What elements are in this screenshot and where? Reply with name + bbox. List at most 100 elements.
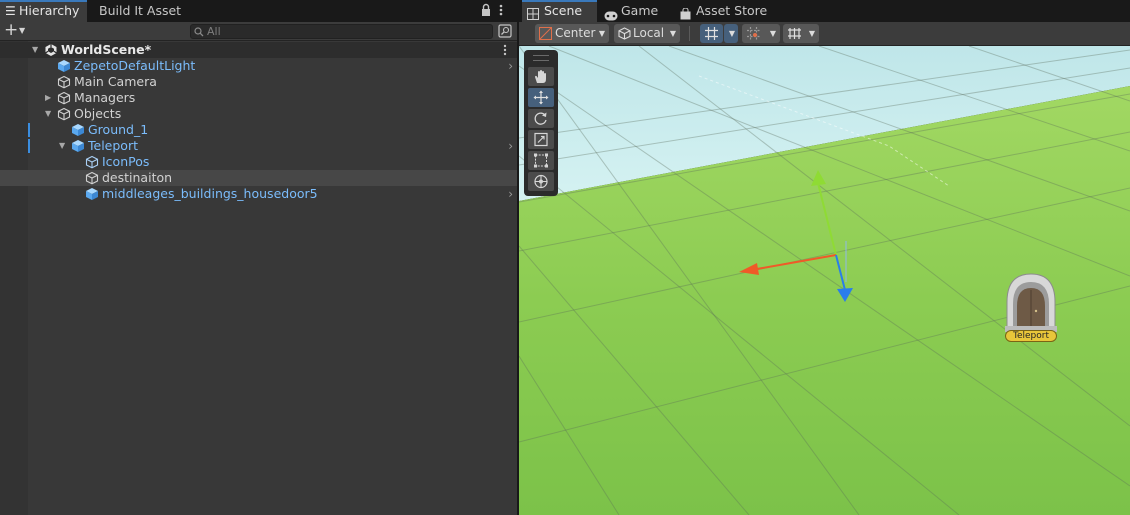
snap-increment-dropdown[interactable]: ▼ (742, 24, 780, 43)
tree-row-objects[interactable]: ▼ Objects (0, 106, 517, 122)
chevron-right-icon[interactable]: › (508, 58, 513, 74)
expand-arrow-icon[interactable]: ▶ (45, 90, 55, 106)
list-icon: ☰ (5, 4, 16, 18)
tree-row-label: Objects (74, 106, 122, 121)
tree-row-label: Managers (74, 90, 136, 105)
transform-tool-button[interactable] (528, 172, 554, 191)
rotate-icon (534, 112, 547, 125)
scene-view-render (519, 46, 1130, 515)
hierarchy-tree: ▼ WorldScene* ZepetoDefaultLight › Main … (0, 41, 517, 515)
tab-build-it-asset-browser[interactable]: Build It Asset Browser (93, 0, 233, 40)
tab-hierarchy[interactable]: ☰ Hierarchy (0, 0, 87, 22)
gameobject-cube-icon (57, 107, 71, 121)
move-arrows-icon (533, 90, 549, 105)
chevron-down-icon: ▼ (728, 29, 735, 38)
unity-scene-icon (44, 43, 58, 57)
local-cube-icon (618, 27, 631, 46)
tool-palette (524, 50, 558, 196)
palette-drag-handle[interactable] (533, 55, 549, 61)
add-object-button[interactable]: + ▼ (3, 20, 29, 41)
override-indicator (28, 123, 30, 137)
expand-arrow-icon[interactable]: ▼ (45, 106, 55, 122)
chevron-down-icon: ▼ (598, 29, 605, 38)
tree-row-iconpos[interactable]: IconPos (0, 154, 517, 170)
scene-toolbar: Center ▼ Local ▼ ▼ ▼ ▼ (519, 22, 1130, 46)
tree-row-label: Main Camera (74, 74, 157, 89)
gameobject-cube-icon (85, 171, 99, 185)
plus-icon: + (4, 20, 19, 40)
tree-row-teleport[interactable]: ▼ Teleport › (0, 138, 517, 154)
gameobject-cube-icon (57, 75, 71, 89)
rotate-tool-button[interactable] (528, 109, 554, 128)
chevron-down-icon: ▼ (669, 29, 676, 38)
scene-row[interactable]: ▼ WorldScene* (0, 42, 517, 58)
space-mode-label: Local (633, 26, 665, 40)
scene-tab-strip: Scene Game Asset Store (519, 0, 1130, 22)
lock-icon[interactable] (480, 3, 492, 20)
search-field[interactable]: All (190, 24, 493, 39)
tab-asset-store-label: Asset Store (696, 3, 768, 18)
tree-row-label: middleages_buildings_housedoor5 (102, 186, 318, 201)
hand-icon (535, 70, 546, 83)
tree-row-label: IconPos (102, 154, 150, 169)
expand-arrow-icon[interactable]: ▼ (59, 138, 69, 154)
chevron-right-icon[interactable]: › (508, 138, 513, 154)
scene-name: WorldScene* (61, 42, 152, 57)
chevron-down-icon: ▼ (769, 29, 776, 38)
chevron-down-icon: ▼ (808, 29, 815, 38)
tab-game[interactable]: Game (599, 0, 669, 22)
hierarchy-panel: ☰ Hierarchy Build It Asset Browser + ▼ A… (0, 0, 517, 515)
pivot-mode-dropdown[interactable]: Center ▼ (535, 24, 609, 43)
tree-row-label: ZepetoDefaultLight (74, 58, 196, 73)
grid-visibility-dropdown[interactable]: ▼ (783, 24, 819, 43)
toolbar-separator (689, 26, 690, 41)
hierarchy-tab-strip: ☰ Hierarchy Build It Asset Browser (0, 0, 517, 40)
grid-visibility-icon (787, 27, 802, 46)
tree-row-label: Ground_1 (88, 122, 149, 137)
pivot-center-icon (539, 27, 552, 46)
teleport-door-object[interactable] (1005, 273, 1057, 332)
tab-game-label: Game (621, 3, 659, 18)
override-indicator (28, 139, 30, 153)
expand-arrow-icon[interactable]: ▼ (32, 42, 42, 58)
tree-row-label: Teleport (88, 138, 138, 153)
search-by-type-icon[interactable] (498, 24, 512, 41)
tree-row-label: destinaiton (102, 170, 173, 185)
tree-row-housedoor[interactable]: middleages_buildings_housedoor5 › (0, 186, 517, 202)
tab-asset-store[interactable]: Asset Store (675, 0, 775, 22)
hand-tool-button[interactable] (528, 67, 554, 86)
prefab-cube-icon (85, 187, 99, 201)
rect-transform-icon (534, 153, 548, 168)
grid-snap-icon (704, 26, 719, 47)
gameobject-cube-icon (57, 91, 71, 105)
chevron-right-icon[interactable]: › (508, 186, 513, 202)
more-options-icon[interactable] (499, 3, 503, 20)
tab-scene[interactable]: Scene (522, 0, 597, 22)
tab-scene-label: Scene (544, 3, 583, 18)
scene-viewport[interactable]: Teleport (519, 46, 1130, 515)
tree-row-ground-1[interactable]: Ground_1 (0, 122, 517, 138)
tree-row-main-camera[interactable]: Main Camera (0, 74, 517, 90)
tree-row-destinaiton[interactable]: destinaiton (0, 170, 517, 186)
prefab-cube-icon (57, 59, 71, 73)
grid-snapping-dropdown[interactable]: ▼ (724, 24, 738, 43)
grid-snapping-toggle[interactable] (700, 24, 723, 43)
scene-panel: Scene Game Asset Store Center ▼ Local ▼ … (519, 0, 1130, 515)
scale-icon (534, 132, 548, 147)
space-mode-dropdown[interactable]: Local ▼ (614, 24, 680, 43)
tab-hierarchy-label: Hierarchy (19, 3, 80, 18)
move-tool-button[interactable] (528, 88, 554, 107)
search-icon (194, 26, 204, 40)
chevron-down-icon: ▼ (19, 26, 26, 35)
tree-row-zepeto-default-light[interactable]: ZepetoDefaultLight › (0, 58, 517, 74)
transform-all-icon (534, 174, 548, 189)
pivot-mode-label: Center (555, 26, 596, 40)
object-name-label: Teleport (1005, 330, 1057, 342)
gameobject-cube-icon (85, 155, 99, 169)
rect-tool-button[interactable] (528, 151, 554, 170)
search-placeholder: All (207, 25, 221, 38)
scale-tool-button[interactable] (528, 130, 554, 149)
prefab-cube-icon (71, 139, 85, 153)
snap-increment-icon (746, 26, 761, 47)
tree-row-managers[interactable]: ▶ Managers (0, 90, 517, 106)
